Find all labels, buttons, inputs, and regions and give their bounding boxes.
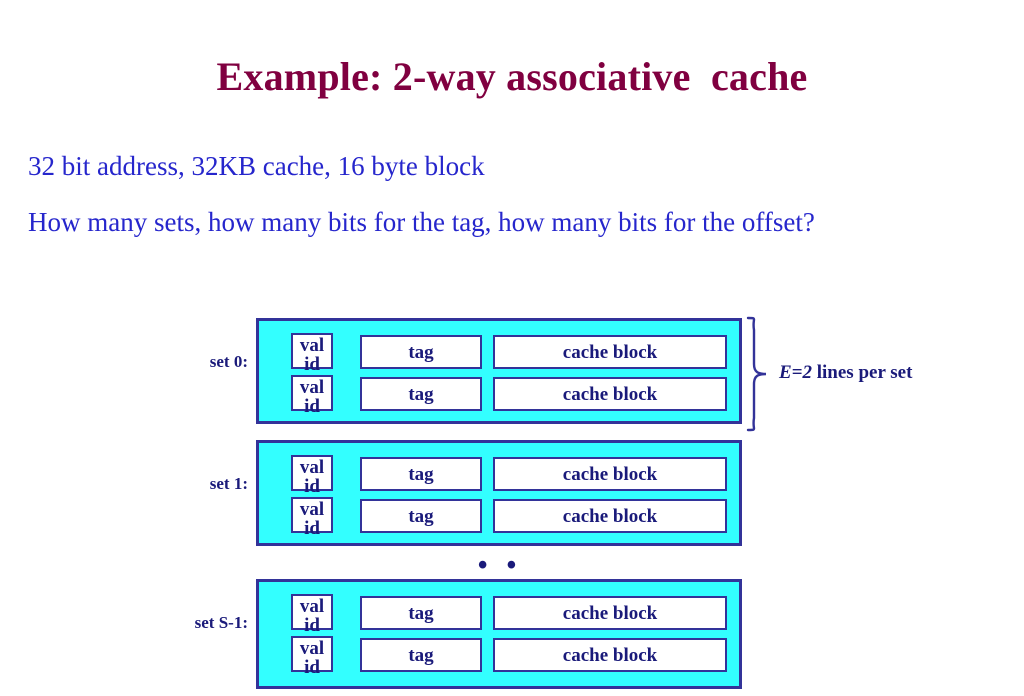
tag-cell: tag xyxy=(360,377,482,411)
valid-text-line1: val xyxy=(299,499,325,520)
valid-text-line2: id xyxy=(304,476,320,497)
valid-text-line2: id xyxy=(304,354,320,375)
annotation-emphasis: E=2 xyxy=(779,362,812,383)
cache-line-row: val id tag cache block xyxy=(259,373,739,416)
set-block-0: val id tag cache block val id tag cache … xyxy=(256,318,742,424)
cache-line-row: val id tag cache block xyxy=(259,453,739,496)
tag-cell: tag xyxy=(360,457,482,491)
valid-bit-cell: val id xyxy=(291,594,333,635)
valid-text-line2: id xyxy=(304,396,320,417)
valid-text-line1: val xyxy=(299,377,325,398)
set-label-1: set 1: xyxy=(209,474,248,493)
cache-block-cell: cache block xyxy=(493,457,727,491)
cache-block-cell: cache block xyxy=(493,377,727,411)
set-label-s-minus-1: set S-1: xyxy=(194,613,248,632)
cache-block-cell: cache block xyxy=(493,638,727,672)
tag-cell: tag xyxy=(360,499,482,533)
cache-block-cell: cache block xyxy=(493,335,727,369)
cache-line-row: val id tag cache block xyxy=(259,634,739,677)
set-block-1: val id tag cache block val id tag cache … xyxy=(256,440,742,546)
valid-bit-cell: val id xyxy=(291,455,333,496)
tag-cell: tag xyxy=(360,596,482,630)
cache-line-row: val id tag cache block xyxy=(259,592,739,635)
valid-text-line1: val xyxy=(299,638,325,659)
valid-bit-cell: val id xyxy=(291,333,333,374)
cache-structure-diagram: set 0: val id tag cache block val id tag… xyxy=(0,0,1024,696)
valid-text-line2: id xyxy=(304,657,320,678)
valid-text-line1: val xyxy=(299,335,325,356)
valid-bit-cell: val id xyxy=(291,375,333,416)
lines-per-set-annotation: E=2 lines per set xyxy=(779,362,912,384)
set-block-s-minus-1: val id tag cache block val id tag cache … xyxy=(256,579,742,689)
cache-line-row: val id tag cache block xyxy=(259,495,739,538)
valid-bit-cell: val id xyxy=(291,497,333,538)
tag-cell: tag xyxy=(360,638,482,672)
valid-text-line2: id xyxy=(304,615,320,636)
cache-block-cell: cache block xyxy=(493,499,727,533)
tag-cell: tag xyxy=(360,335,482,369)
set-label-0: set 0: xyxy=(209,352,248,371)
valid-bit-cell: val id xyxy=(291,636,333,677)
annotation-text: lines per set xyxy=(812,362,913,383)
valid-text-line2: id xyxy=(304,518,320,539)
cache-block-cell: cache block xyxy=(493,596,727,630)
valid-text-line1: val xyxy=(299,457,325,478)
brace-icon xyxy=(746,316,767,432)
valid-text-line1: val xyxy=(299,596,325,617)
cache-line-row: val id tag cache block xyxy=(259,331,739,374)
